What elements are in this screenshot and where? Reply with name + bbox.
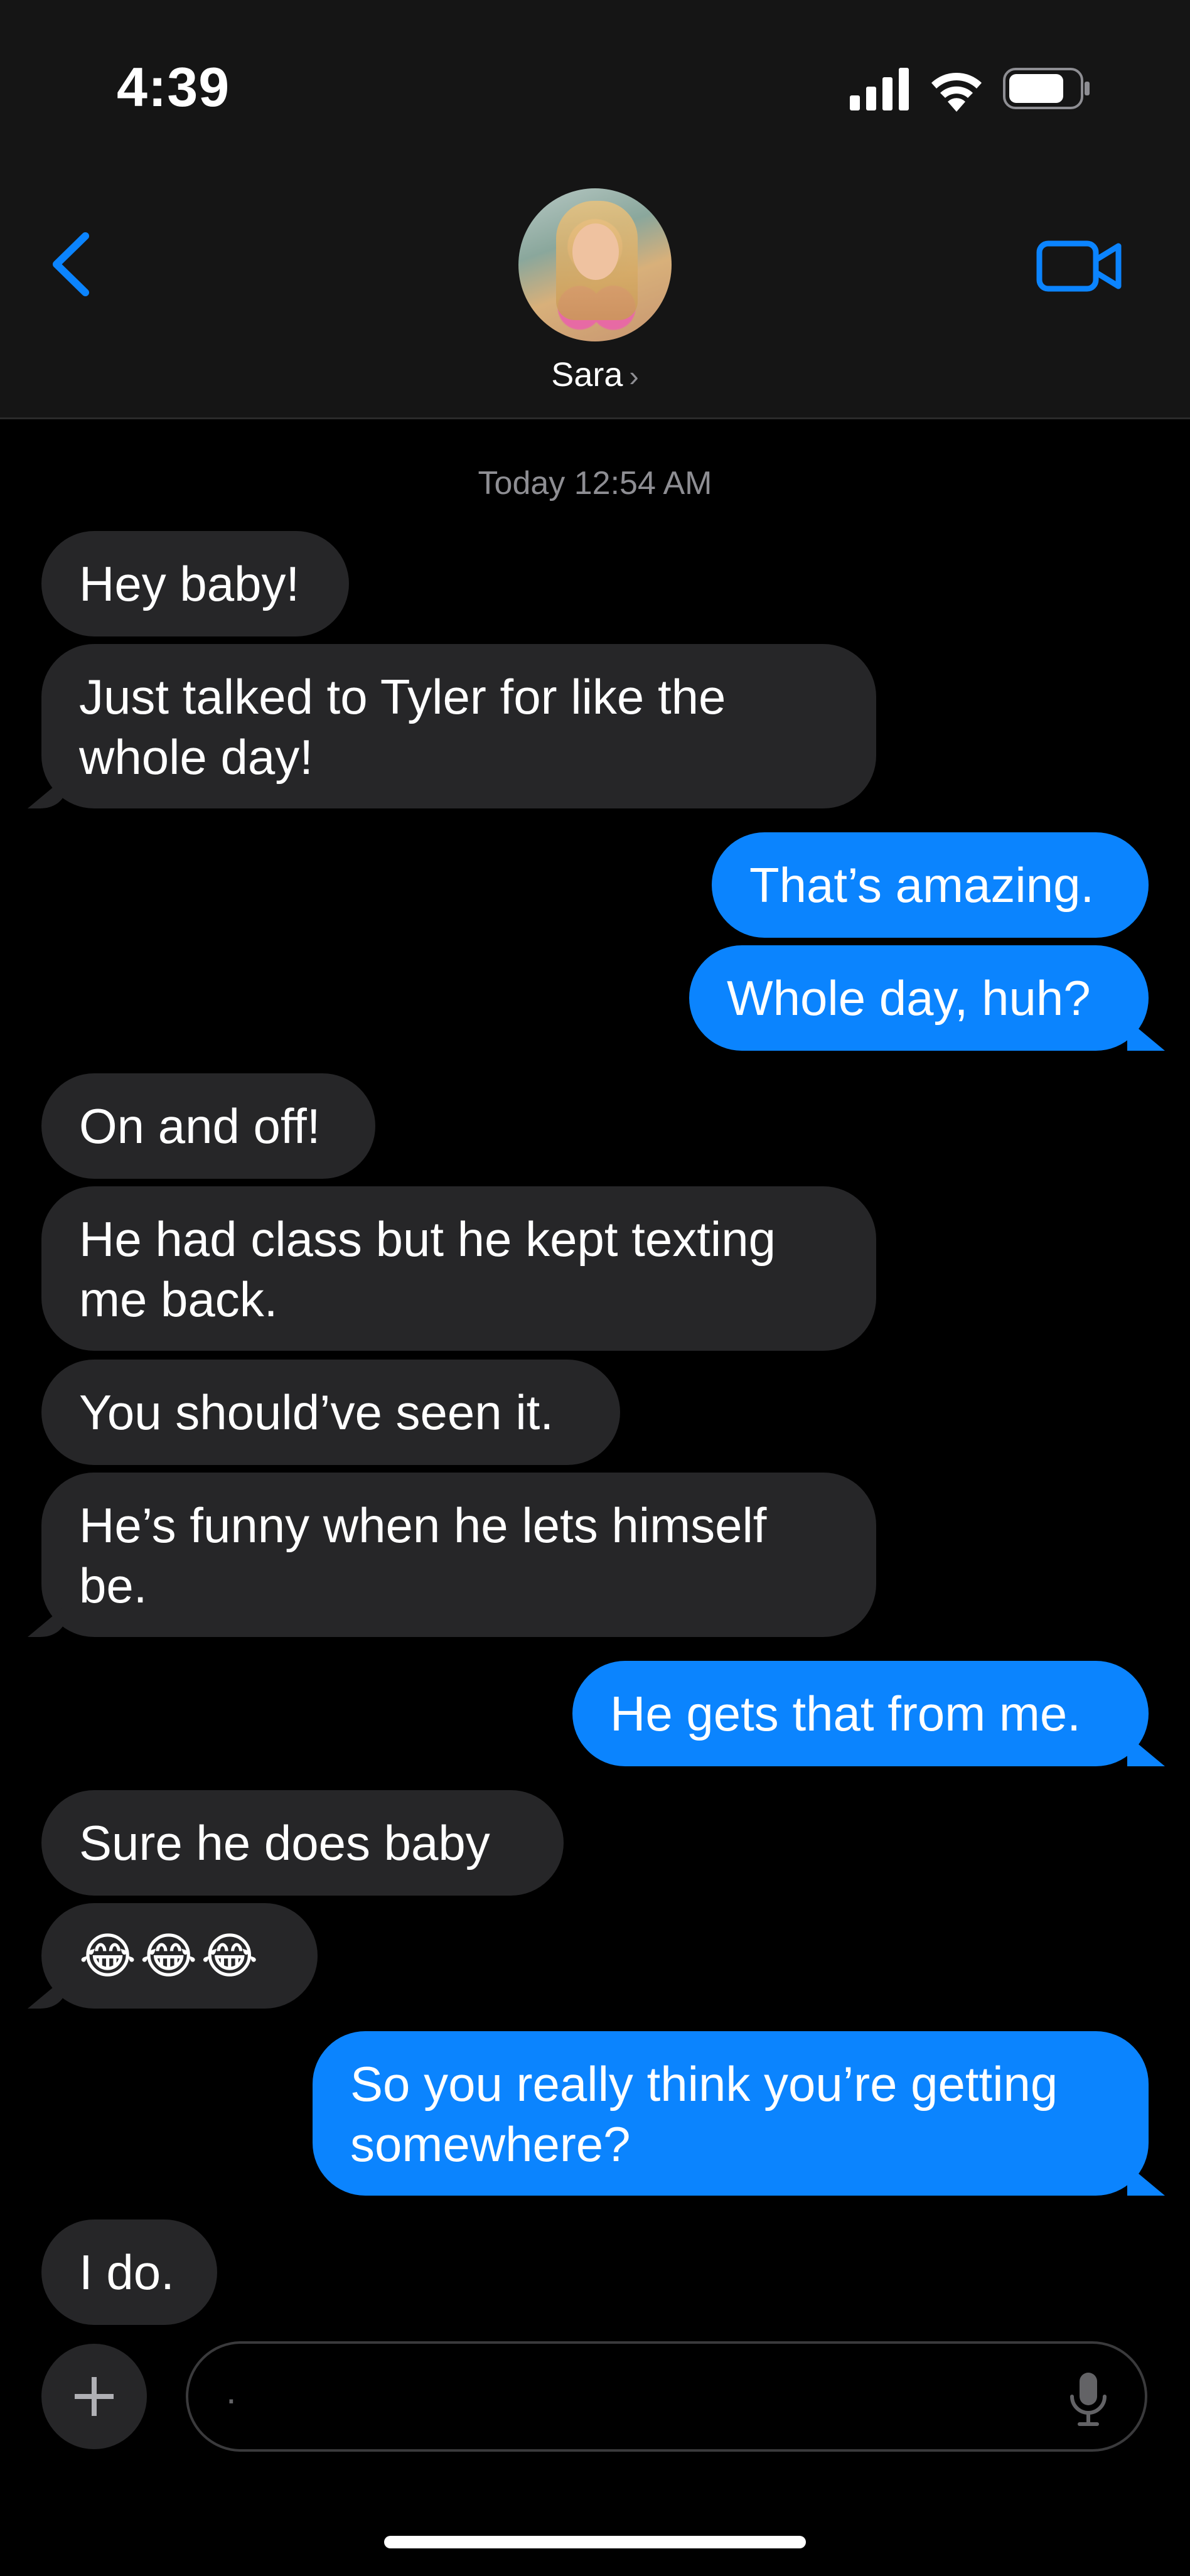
message-text: Whole day, huh? (727, 970, 1091, 1026)
microphone-icon[interactable] (1068, 2370, 1108, 2428)
received-message-bubble[interactable]: I do. (41, 2219, 217, 2325)
conversation-header: 4:39 Sara › (0, 0, 1190, 419)
wifi-icon (931, 73, 982, 112)
received-message-bubble[interactable]: He’s funny when he lets himself be. (41, 1473, 876, 1637)
message-text: Just talked to Tyler for like the whole … (79, 669, 726, 785)
back-chevron-icon[interactable] (44, 230, 100, 299)
message-text: Sure he does baby (79, 1815, 490, 1870)
message-text: He gets that from me. (610, 1686, 1081, 1741)
conversation-timestamp: Today 12:54 AM (478, 465, 712, 502)
video-call-icon[interactable] (1036, 235, 1123, 298)
message-text: Hey baby! (79, 556, 300, 611)
message-text: On and off! (79, 1098, 321, 1154)
message-text: You should’ve seen it. (79, 1385, 554, 1440)
battery-icon (1003, 68, 1090, 109)
received-message-bubble[interactable]: Just talked to Tyler for like the whole … (41, 644, 876, 808)
home-indicator[interactable] (384, 2536, 806, 2548)
received-message-bubble[interactable]: Hey baby! (41, 531, 349, 636)
received-message-bubble[interactable]: Sure he does baby (41, 1790, 564, 1896)
status-time: 4:39 (117, 56, 230, 118)
message-text: 😂😂😂 (79, 1928, 262, 1983)
message-text: I do. (79, 2245, 174, 2300)
contact-avatar[interactable] (518, 188, 672, 341)
add-attachment-button[interactable] (41, 2344, 147, 2449)
chevron-right-icon: › (629, 360, 639, 392)
received-message-bubble[interactable]: 😂😂😂 (41, 1903, 318, 2009)
contact-name-button[interactable]: Sara › (0, 355, 1190, 394)
cellular-signal-icon (850, 68, 909, 110)
message-text: He’s funny when he lets himself be. (79, 1498, 767, 1613)
received-message-bubble[interactable]: He had class but he kept texting me back… (41, 1186, 876, 1351)
sent-message-bubble[interactable]: That’s amazing. (712, 832, 1149, 938)
message-text: That’s amazing. (749, 857, 1095, 913)
message-text: He had class but he kept texting me back… (79, 1211, 776, 1327)
sent-message-bubble[interactable]: So you really think you’re getting somew… (313, 2031, 1149, 2196)
sent-message-bubble[interactable]: Whole day, huh? (689, 945, 1149, 1051)
message-input-text: . (226, 2369, 237, 2412)
message-text: So you really think you’re getting somew… (350, 2056, 1058, 2172)
message-input[interactable]: . (186, 2341, 1147, 2452)
sent-message-bubble[interactable]: He gets that from me. (572, 1661, 1149, 1766)
received-message-bubble[interactable]: You should’ve seen it. (41, 1360, 620, 1465)
contact-name-label: Sara (551, 356, 623, 394)
received-message-bubble[interactable]: On and off! (41, 1073, 375, 1179)
